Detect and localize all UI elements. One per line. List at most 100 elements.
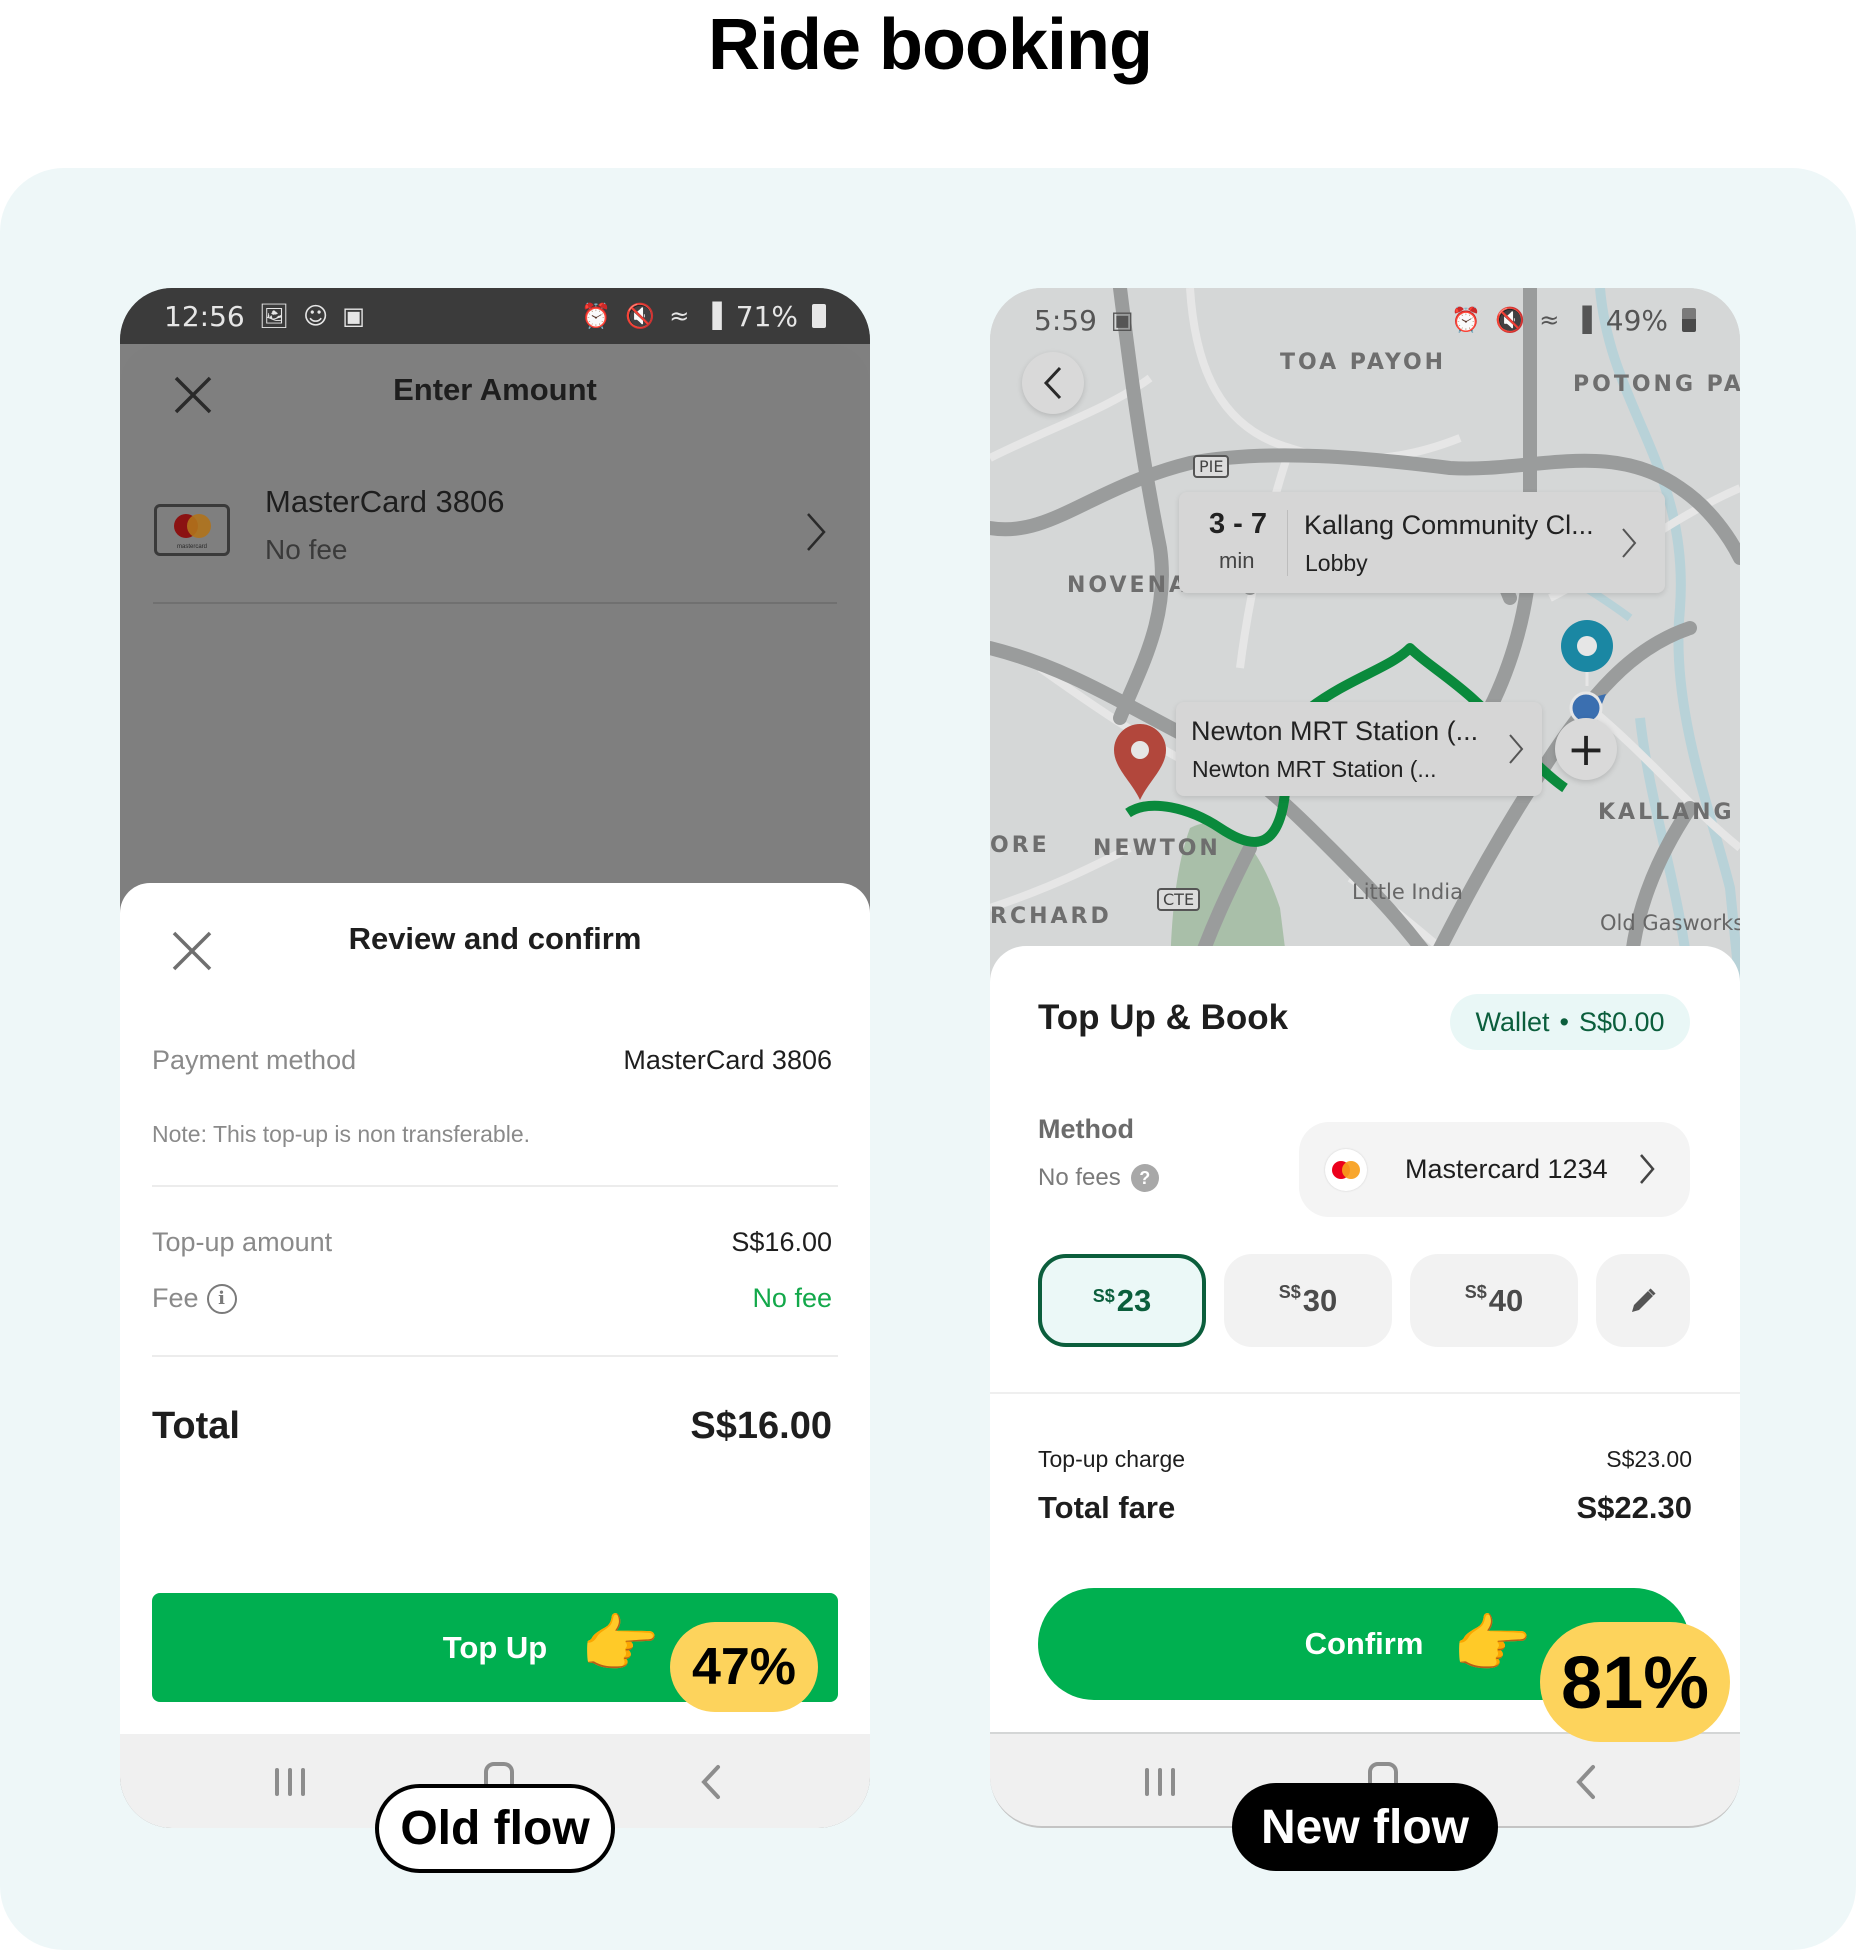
pickup-pin-icon [1561, 620, 1613, 686]
wallet-label: Wallet [1475, 1006, 1550, 1037]
mute-icon: 🔇 [1495, 306, 1526, 334]
map-label: KALLANG [1598, 800, 1735, 825]
zoom-in-button[interactable]: + [1555, 718, 1617, 780]
total-row: Total S$16.00 [152, 1405, 832, 1448]
poi-label: Old Gasworks [1600, 911, 1740, 935]
mute-icon: 🔇 [625, 302, 656, 330]
amount-option-selected[interactable]: S$ 23 [1038, 1254, 1206, 1347]
fee-row: Fee i No fee [152, 1283, 832, 1314]
alarm-icon: ⏰ [1451, 306, 1482, 334]
recent-apps-icon[interactable] [1145, 1768, 1175, 1796]
account-icon: ☺ [303, 302, 329, 330]
back-icon[interactable] [1575, 1764, 1597, 1800]
chevron-left-icon [1043, 366, 1062, 400]
fee-value: No fee [752, 1283, 832, 1313]
status-bar: 12:56 🖼 ☺ ▣ ⏰ 🔇 ≈ ▐ 71% [120, 288, 870, 344]
amount-option[interactable]: S$ 30 [1224, 1254, 1392, 1347]
recent-apps-icon[interactable] [275, 1768, 305, 1796]
divider [990, 1392, 1740, 1394]
dropoff-pin-icon [1114, 724, 1166, 800]
pickup-name: Kallang Community Cl... [1304, 510, 1594, 540]
top-up-book-sheet: Top Up & Book Wallet • S$0.00 Method No … [990, 946, 1740, 1732]
back-icon[interactable] [700, 1764, 722, 1800]
map-label: NOVENA [1067, 573, 1190, 598]
divider [152, 1185, 838, 1187]
enter-amount-title: Enter Amount [393, 372, 597, 407]
eta-range: 3 - 7 [1209, 508, 1268, 540]
topup-charge-row: Top-up charge S$23.00 [1038, 1446, 1692, 1473]
total-label: Total [152, 1405, 240, 1447]
total-fare-value: S$22.30 [1576, 1490, 1693, 1525]
top-up-button-label: Top Up [442, 1629, 548, 1665]
old-flow-phone: 12:56 🖼 ☺ ▣ ⏰ 🔇 ≈ ▐ 71% Enter Amount mas… [120, 288, 870, 1828]
poi-label: Little India [1352, 880, 1463, 904]
status-time: 5:59 [1034, 303, 1097, 337]
pointing-hand-icon: 👉 [1452, 1608, 1532, 1680]
map-label: NEWTON [1093, 836, 1221, 861]
pencil-icon [1632, 1287, 1656, 1312]
help-icon[interactable]: ? [1130, 1164, 1159, 1192]
method-label: Method [1038, 1114, 1134, 1144]
old-flow-label: Old flow [375, 1784, 615, 1873]
battery-percent: 71% [735, 299, 798, 333]
old-flow-conversion-badge: 47% [670, 1622, 818, 1712]
signal-icon: ▐ [703, 302, 722, 330]
total-value: S$16.00 [690, 1405, 832, 1447]
alarm-icon: ⏰ [581, 302, 612, 330]
chevron-right-icon [1509, 734, 1524, 764]
chevron-right-icon [1622, 528, 1637, 558]
status-time: 12:56 [164, 299, 245, 333]
method-fee-row: No fees ? [1038, 1164, 1159, 1192]
wallet-balance-badge: Wallet • S$0.00 [1450, 994, 1690, 1050]
battery-percent: 49% [1605, 303, 1668, 337]
status-bar: 5:59 ▣ ⏰ 🔇 ≈ ▐ 49% [990, 296, 1740, 344]
total-fare-label: Total fare [1038, 1490, 1176, 1525]
pickup-sub: Lobby [1305, 550, 1368, 576]
back-button[interactable] [1022, 352, 1084, 414]
dropoff-name: Newton MRT Station (... [1191, 716, 1479, 746]
info-icon[interactable]: i [206, 1283, 237, 1314]
wallet-balance: S$0.00 [1578, 1006, 1665, 1037]
battery-icon [1682, 308, 1696, 332]
wifi-icon: ≈ [1539, 306, 1560, 334]
card-fee: No fee [265, 534, 348, 565]
new-flow-label: New flow [1232, 1783, 1498, 1871]
road-shield: PIE [1193, 455, 1230, 478]
topup-amount-row: Top-up amount S$16.00 [152, 1227, 832, 1258]
new-flow-conversion-badge: 81% [1540, 1622, 1730, 1742]
map-label: RCHARD [990, 904, 1112, 929]
custom-amount-button[interactable] [1596, 1254, 1690, 1347]
topup-charge-label: Top-up charge [1038, 1446, 1186, 1472]
confirm-button-label: Confirm [1304, 1626, 1424, 1661]
map-label: TOA PAYOH [1280, 350, 1447, 375]
eta-unit: min [1219, 548, 1255, 573]
clock-app-icon: ▣ [342, 302, 365, 330]
gallery-icon: 🖼 [258, 302, 290, 330]
review-title: Review and confirm [348, 921, 642, 956]
total-fare-row: Total fare S$22.30 [1038, 1490, 1692, 1526]
mastercard-icon: mastercard [154, 504, 230, 556]
sheet-title: Top Up & Book [1038, 998, 1289, 1037]
dropoff-sub: Newton MRT Station (... [1192, 756, 1437, 782]
payment-method-value: MasterCard 3806 [623, 1045, 832, 1075]
payment-method-row: Payment method MasterCard 3806 [152, 1045, 832, 1076]
new-flow-phone: 5:59 ▣ ⏰ 🔇 ≈ ▐ 49% TOA PAYOH POTONG PAS … [990, 288, 1740, 1828]
amount-option[interactable]: S$ 40 [1410, 1254, 1578, 1347]
fee-label: Fee [152, 1283, 199, 1313]
clock-app-icon: ▣ [1110, 306, 1134, 334]
pickup-card[interactable]: 3 - 7 min Kallang Community Cl... Lobby [1179, 492, 1665, 593]
non-transferable-note: Note: This top-up is non transferable. [152, 1121, 531, 1147]
road-shield: CTE [1157, 888, 1201, 911]
card-name[interactable]: MasterCard 3806 [265, 484, 505, 520]
method-fee: No fees [1038, 1164, 1121, 1191]
topup-amount-label: Top-up amount [152, 1227, 333, 1257]
wallet-separator: • [1559, 1006, 1569, 1037]
divider [153, 602, 837, 604]
fee-label-group: Fee i [152, 1283, 237, 1314]
payment-method-selector[interactable]: Mastercard 1234 [1299, 1122, 1690, 1217]
chevron-right-icon[interactable] [800, 510, 830, 554]
review-confirm-sheet: Review and confirm Payment method Master… [120, 883, 870, 1734]
map-label: ORE [990, 833, 1050, 858]
dropoff-card[interactable]: Newton MRT Station (... Newton MRT Stati… [1176, 702, 1542, 796]
wifi-icon: ≈ [669, 302, 690, 330]
